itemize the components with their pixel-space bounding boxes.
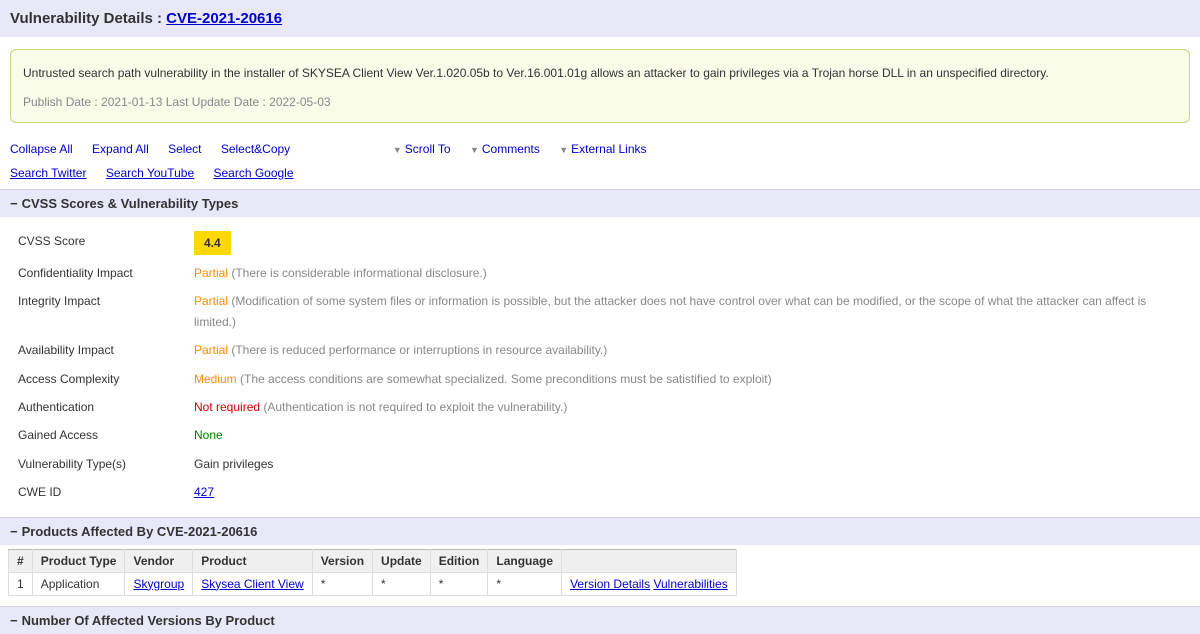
cvss-score-badge: 4.4 bbox=[194, 231, 231, 255]
col-update: Update bbox=[373, 549, 431, 572]
cell-num: 1 bbox=[9, 572, 33, 595]
section-title: Number Of Affected Versions By Product bbox=[22, 613, 275, 628]
select-link[interactable]: Select bbox=[168, 142, 201, 156]
select-copy-link[interactable]: Select&Copy bbox=[221, 142, 290, 156]
publish-date: Publish Date : 2021-01-13 Last Update Da… bbox=[23, 91, 1177, 114]
search-twitter-link[interactable]: Search Twitter bbox=[10, 166, 86, 180]
authentication-desc: (Authentication is not required to explo… bbox=[260, 400, 567, 414]
availability-label: Availability Impact bbox=[18, 340, 194, 360]
col-vendor: Vendor bbox=[125, 549, 193, 572]
cvss-score-label: CVSS Score bbox=[18, 231, 194, 255]
vuln-type-label: Vulnerability Type(s) bbox=[18, 454, 194, 474]
search-google-link[interactable]: Search Google bbox=[213, 166, 293, 180]
section-products-header[interactable]: −Products Affected By CVE-2021-20616 bbox=[0, 517, 1200, 545]
cell-edition: * bbox=[430, 572, 488, 595]
integrity-label: Integrity Impact bbox=[18, 291, 194, 332]
page-title: Vulnerability Details : CVE-2021-20616 bbox=[0, 0, 1200, 37]
integrity-value: Partial bbox=[194, 294, 228, 308]
vuln-type-value: Gain privileges bbox=[194, 454, 1182, 474]
scroll-to-link[interactable]: Scroll To bbox=[393, 142, 451, 156]
confidentiality-label: Confidentiality Impact bbox=[18, 263, 194, 283]
col-product: Product bbox=[193, 549, 313, 572]
authentication-label: Authentication bbox=[18, 397, 194, 417]
col-version: Version bbox=[312, 549, 372, 572]
comments-link[interactable]: Comments bbox=[470, 142, 540, 156]
gained-access-label: Gained Access bbox=[18, 425, 194, 445]
cve-link[interactable]: CVE-2021-20616 bbox=[166, 10, 282, 27]
collapse-icon: − bbox=[10, 524, 18, 539]
col-links bbox=[562, 549, 737, 572]
collapse-all-link[interactable]: Collapse All bbox=[10, 142, 73, 156]
collapse-icon: − bbox=[10, 613, 18, 628]
cell-language: * bbox=[488, 572, 562, 595]
external-links-link[interactable]: External Links bbox=[559, 142, 646, 156]
confidentiality-desc: (There is considerable informational dis… bbox=[228, 266, 487, 280]
cwe-id-link[interactable]: 427 bbox=[194, 485, 214, 499]
description-text: Untrusted search path vulnerability in t… bbox=[23, 62, 1177, 85]
product-link[interactable]: Skysea Client View bbox=[201, 577, 304, 591]
section-title: CVSS Scores & Vulnerability Types bbox=[22, 196, 239, 211]
table-header-row: # Product Type Vendor Product Version Up… bbox=[9, 549, 737, 572]
authentication-value: Not required bbox=[194, 400, 260, 414]
availability-value: Partial bbox=[194, 343, 228, 357]
col-language: Language bbox=[488, 549, 562, 572]
collapse-icon: − bbox=[10, 196, 18, 211]
section-title: Products Affected By CVE-2021-20616 bbox=[22, 524, 258, 539]
vendor-link[interactable]: Skygroup bbox=[133, 577, 184, 591]
vulnerabilities-link[interactable]: Vulnerabilities bbox=[653, 577, 727, 591]
cvss-table: CVSS Score 4.4 Confidentiality Impact Pa… bbox=[0, 217, 1200, 517]
confidentiality-value: Partial bbox=[194, 266, 228, 280]
expand-all-link[interactable]: Expand All bbox=[92, 142, 149, 156]
col-edition: Edition bbox=[430, 549, 488, 572]
action-row: Collapse All Expand All Select Select&Co… bbox=[0, 131, 1200, 189]
table-row: 1 Application Skygroup Skysea Client Vie… bbox=[9, 572, 737, 595]
cwe-id-label: CWE ID bbox=[18, 482, 194, 502]
col-product-type: Product Type bbox=[32, 549, 125, 572]
description-box: Untrusted search path vulnerability in t… bbox=[10, 49, 1190, 123]
cell-update: * bbox=[373, 572, 431, 595]
cell-version: * bbox=[312, 572, 372, 595]
search-youtube-link[interactable]: Search YouTube bbox=[106, 166, 194, 180]
cell-product-type: Application bbox=[32, 572, 125, 595]
col-num: # bbox=[9, 549, 33, 572]
access-complexity-label: Access Complexity bbox=[18, 369, 194, 389]
gained-access-value: None bbox=[194, 428, 223, 442]
integrity-desc: (Modification of some system files or in… bbox=[194, 294, 1146, 328]
access-complexity-desc: (The access conditions are somewhat spec… bbox=[237, 372, 772, 386]
title-prefix: Vulnerability Details : bbox=[10, 10, 166, 27]
products-table: # Product Type Vendor Product Version Up… bbox=[8, 549, 737, 596]
version-details-link[interactable]: Version Details bbox=[570, 577, 650, 591]
section-versions-header[interactable]: −Number Of Affected Versions By Product bbox=[0, 606, 1200, 634]
section-cvss-header[interactable]: −CVSS Scores & Vulnerability Types bbox=[0, 189, 1200, 217]
availability-desc: (There is reduced performance or interru… bbox=[228, 343, 607, 357]
access-complexity-value: Medium bbox=[194, 372, 237, 386]
